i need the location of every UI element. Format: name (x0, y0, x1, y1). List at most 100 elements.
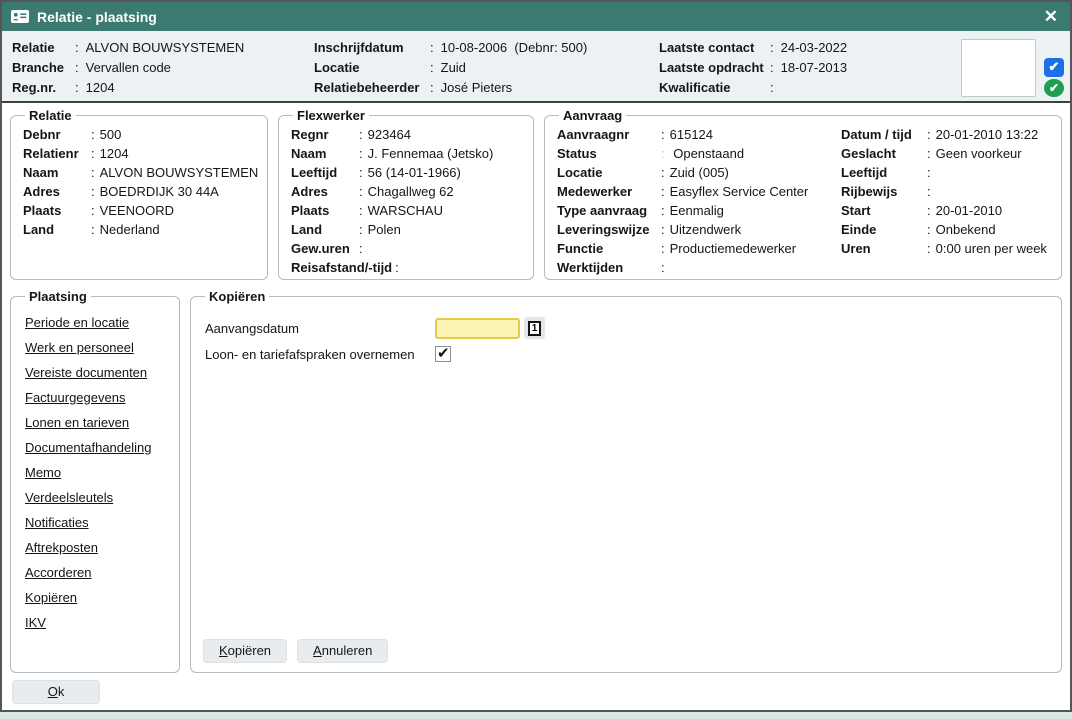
dialog-footer: Ok (10, 680, 1062, 704)
nav-accorderen[interactable]: Accorderen (25, 565, 169, 581)
header-field-kwalificatie: Kwalificatie: (659, 78, 961, 98)
nav-ikv[interactable]: IKV (25, 615, 169, 631)
field-colon: : (924, 182, 936, 201)
kopieren-actions: Kopiëren Annuleren (203, 639, 388, 663)
field-value: 1204 (100, 144, 129, 163)
field-colon: : (924, 163, 936, 182)
nav-notificaties[interactable]: Notificaties (25, 515, 169, 531)
field-label: Naam (291, 144, 356, 163)
loon-overnemen-label: Loon- en tariefafspraken overnemen (205, 347, 435, 362)
field-value: WARSCHAU (368, 201, 443, 220)
close-icon[interactable]: ✕ (1044, 8, 1058, 25)
field-value: VEENOORD (100, 201, 174, 220)
field-adres: Adres:Chagallweg 62 (291, 182, 523, 201)
status-ok-icon: ✔ (1044, 79, 1064, 98)
field-value: 923464 (368, 125, 411, 144)
field-colon: : (392, 258, 404, 277)
field-leeftijd: Leeftijd: (841, 163, 1051, 182)
field-label: Aanvraagnr (557, 125, 658, 144)
field-label: Locatie (557, 163, 658, 182)
header-field-regnr: Reg.nr.:1204 (12, 78, 314, 98)
field-label: Type aanvraag (557, 201, 658, 220)
nav-lonen-en-tarieven[interactable]: Lonen en tarieven (25, 415, 169, 431)
field-colon: : (924, 144, 936, 163)
field-value: José Pieters (441, 78, 513, 98)
field-type-aanvraag: Type aanvraag:Eenmalig (557, 201, 841, 220)
field-value: 10-08-2006 (Debnr: 500) (441, 38, 588, 58)
annuleren-button[interactable]: Annuleren (297, 639, 388, 663)
field-aanvraagnr: Aanvraagnr:615124 (557, 125, 841, 144)
field-value: 20-01-2010 13:22 (936, 125, 1039, 144)
check-glyph: ✔ (1049, 59, 1060, 75)
field-value: Vervallen code (86, 58, 171, 78)
relatie-groupbox: Relatie Debnr:500 Relatienr:1204 Naam:AL… (10, 108, 268, 280)
nav-aftrekposten[interactable]: Aftrekposten (25, 540, 169, 556)
header-field-locatie: Locatie:Zuid (314, 58, 659, 78)
nav-periode-en-locatie[interactable]: Periode en locatie (25, 315, 169, 331)
field-colon: : (767, 38, 781, 58)
calendar-button[interactable]: 1 (524, 317, 545, 339)
field-value: 1204 (86, 78, 115, 98)
loon-overnemen-row: Loon- en tariefafspraken overnemen (205, 346, 1051, 362)
field-colon: : (88, 220, 100, 239)
field-leveringswijze: Leveringswijze:Uitzendwerk (557, 220, 841, 239)
kopieren-button[interactable]: Kopiëren (203, 639, 287, 663)
field-value: 0:00 uren per week (936, 239, 1047, 258)
field-colon: : (427, 58, 441, 78)
field-label: Adres (291, 182, 356, 201)
field-locatie: Locatie:Zuid (005) (557, 163, 841, 182)
nav-werk-en-personeel[interactable]: Werk en personeel (25, 340, 169, 356)
field-label: Leeftijd (291, 163, 356, 182)
field-label: Laatste opdracht (659, 58, 767, 78)
field-label: Leveringswijze (557, 220, 658, 239)
loon-overnemen-checkbox[interactable] (435, 346, 451, 362)
field-adres: Adres:BOEDRDIJK 30 44A (23, 182, 257, 201)
relatie-legend: Relatie (25, 108, 76, 123)
field-value: J. Fennemaa (Jetsko) (368, 144, 494, 163)
field-label: Functie (557, 239, 658, 258)
field-label: Einde (841, 220, 924, 239)
flexwerker-legend: Flexwerker (293, 108, 369, 123)
contact-card-icon (11, 10, 29, 23)
nav-vereiste-documenten[interactable]: Vereiste documenten (25, 365, 169, 381)
status-icons: ✔ ✔ (1044, 58, 1064, 97)
field-value: 615124 (670, 125, 713, 144)
aanvangsdatum-row: Aanvangsdatum 1 (205, 317, 1051, 339)
field-label: Datum / tijd (841, 125, 924, 144)
flexwerker-groupbox: Flexwerker Regnr:923464 Naam:J. Fennemaa… (278, 108, 534, 280)
field-colon: : (356, 182, 368, 201)
aanvraag-right-column: Datum / tijd:20-01-2010 13:22 Geslacht:G… (841, 125, 1051, 277)
field-label: Reg.nr. (12, 78, 72, 98)
aanvangsdatum-label: Aanvangsdatum (205, 321, 435, 336)
header-field-inschrijfdatum: Inschrijfdatum:10-08-2006 (Debnr: 500) (314, 38, 659, 58)
field-value: 24-03-2022 (781, 38, 848, 58)
field-plaats: Plaats:WARSCHAU (291, 201, 523, 220)
field-label: Geslacht (841, 144, 924, 163)
nav-verdeelsleutels[interactable]: Verdeelsleutels (25, 490, 169, 506)
header-column-dates: Inschrijfdatum:10-08-2006 (Debnr: 500) L… (314, 38, 659, 97)
checked-checkbox-icon[interactable]: ✔ (1044, 58, 1064, 77)
plaatsing-legend: Plaatsing (25, 289, 91, 304)
ok-button[interactable]: Ok (12, 680, 100, 704)
field-value: Nederland (100, 220, 160, 239)
field-colon: : (356, 144, 368, 163)
field-colon: : (356, 201, 368, 220)
field-colon: : (88, 201, 100, 220)
field-label: Plaats (23, 201, 88, 220)
field-value: Zuid (441, 58, 466, 78)
field-value: ALVON BOUWSYSTEMEN (86, 38, 245, 58)
field-colon: : (658, 163, 670, 182)
field-label: Land (291, 220, 356, 239)
nav-memo[interactable]: Memo (25, 465, 169, 481)
photo-placeholder (961, 39, 1036, 97)
field-colon: : (88, 182, 100, 201)
nav-documentafhandeling[interactable]: Documentafhandeling (25, 440, 169, 456)
nav-kopieren[interactable]: Kopiëren (25, 590, 169, 606)
nav-factuurgegevens[interactable]: Factuurgegevens (25, 390, 169, 406)
titlebar: Relatie - plaatsing ✕ (2, 2, 1070, 31)
field-label: Kwalificatie (659, 78, 767, 98)
header-column-contact: Laatste contact:24-03-2022 Laatste opdra… (659, 38, 961, 97)
field-land: Land:Nederland (23, 220, 257, 239)
field-einde: Einde:Onbekend (841, 220, 1051, 239)
aanvangsdatum-input[interactable] (435, 318, 520, 339)
